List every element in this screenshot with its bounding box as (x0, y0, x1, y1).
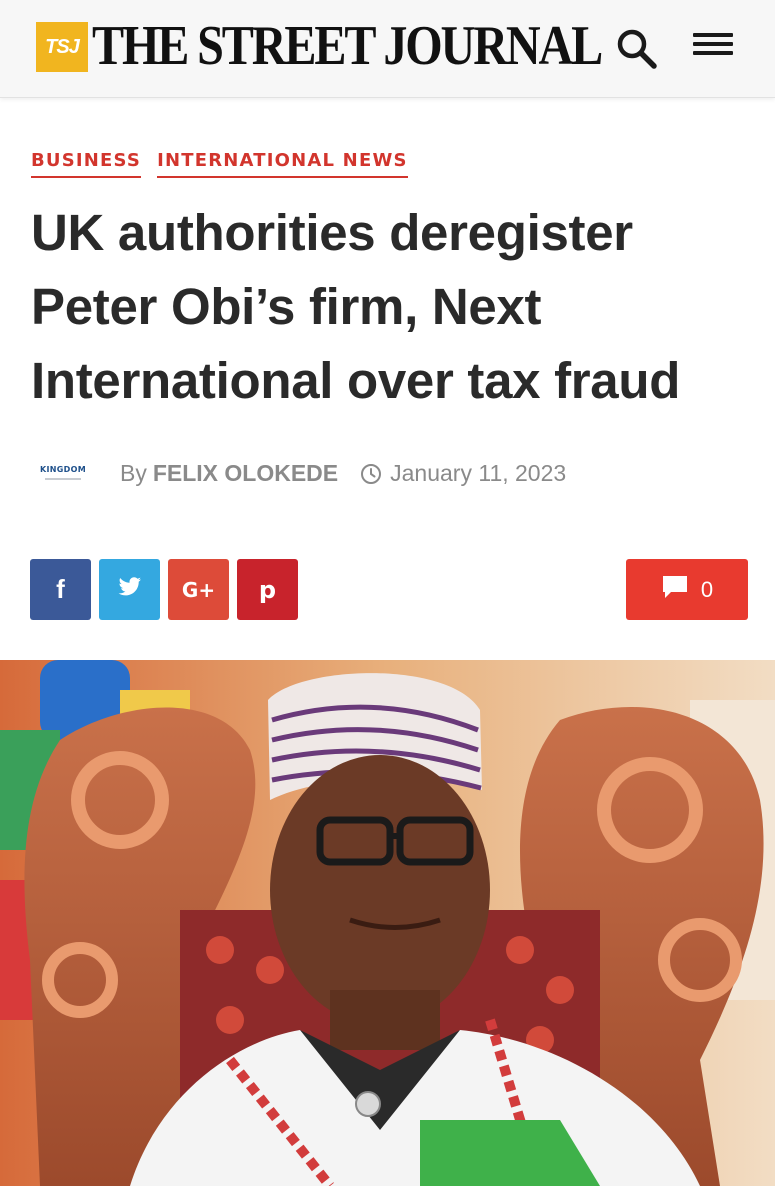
clock-icon (360, 463, 382, 485)
comment-count: 0 (700, 576, 714, 602)
hamburger-menu-icon[interactable] (690, 28, 736, 68)
category-international-news[interactable]: INTERNATIONAL NEWS (157, 150, 408, 178)
author-avatar[interactable]: KINGDOM (40, 456, 86, 490)
share-pinterest-button[interactable]: p (237, 559, 298, 620)
pinterest-icon: p (258, 575, 277, 604)
site-logo[interactable]: THE STREET JOURNAL (92, 14, 603, 78)
category-tags: BUSINESS INTERNATIONAL NEWS (31, 150, 408, 178)
featured-image[interactable] (0, 660, 775, 1186)
site-header: TSJ THE STREET JOURNAL (0, 0, 775, 98)
comments-button[interactable]: 0 (626, 559, 748, 620)
speech-bubble-icon (661, 574, 689, 605)
share-googleplus-button[interactable]: G+ (168, 559, 229, 620)
share-facebook-button[interactable]: f (30, 559, 91, 620)
avatar-tagline-graphic (45, 477, 81, 482)
share-twitter-button[interactable] (99, 559, 160, 620)
category-business[interactable]: BUSINESS (31, 150, 142, 178)
googleplus-icon: G+ (181, 577, 216, 602)
byline: By FELIX OLOKEDE January 11, 2023 (120, 460, 566, 487)
author-link[interactable]: FELIX OLOKEDE (153, 460, 338, 487)
article-headline: UK authorities deregister Peter Obi’s fi… (31, 204, 681, 409)
search-icon[interactable] (614, 26, 660, 72)
publish-date: January 11, 2023 (390, 460, 567, 486)
logo-badge[interactable]: TSJ (36, 22, 88, 72)
byline-by-label: By (120, 460, 147, 486)
facebook-icon: f (56, 574, 65, 604)
avatar-logo-text: KINGDOM (40, 464, 86, 474)
twitter-bird-icon (118, 577, 142, 602)
featured-photo-illustration (0, 660, 775, 1186)
